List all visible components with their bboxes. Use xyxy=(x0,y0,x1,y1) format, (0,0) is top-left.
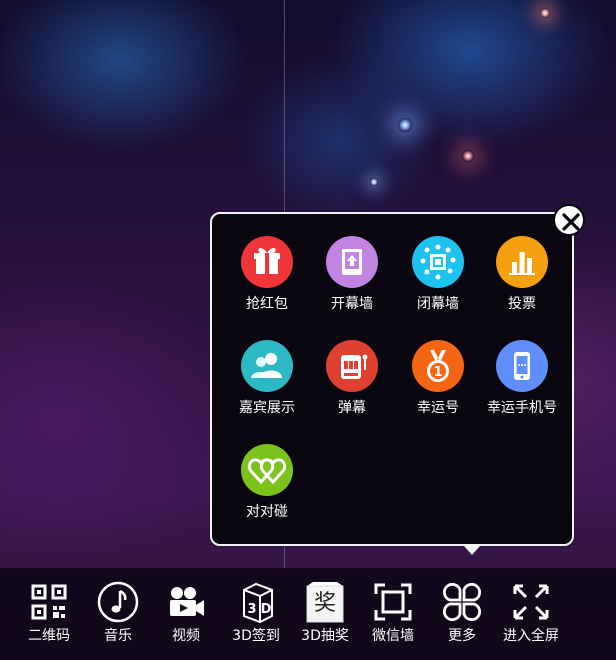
popup-item-match-pair[interactable]: 对对碰 xyxy=(219,444,315,534)
popup-item-label: 弹幕 xyxy=(338,400,366,416)
popup-item-label: 幸运号 xyxy=(417,400,459,416)
toolbar-item-3d-lottery[interactable]: 奖 3D抽奖 xyxy=(290,580,360,656)
toolbar-item-label: 视频 xyxy=(172,628,200,644)
phone-icon xyxy=(496,340,548,392)
popup-item-lucky-phone[interactable]: 幸运手机号 xyxy=(474,340,570,430)
guests-icon xyxy=(241,340,293,392)
background-sparkle xyxy=(370,178,378,186)
close-wall-icon xyxy=(412,236,464,288)
toolbar-item-label: 3D抽奖 xyxy=(301,628,349,644)
video-camera-icon xyxy=(164,580,208,624)
toolbar-item-label: 更多 xyxy=(448,628,476,644)
popup-item-label: 对对碰 xyxy=(246,504,288,520)
toolbar-item-3d-checkin[interactable]: 3D 3D签到 xyxy=(221,580,291,656)
toolbar-item-video[interactable]: 视频 xyxy=(151,580,221,656)
prize-icon: 奖 xyxy=(303,580,347,624)
fullscreen-icon xyxy=(509,580,553,624)
music-note-icon xyxy=(96,580,140,624)
vote-chart-icon xyxy=(496,236,548,288)
popup-pointer xyxy=(464,546,480,555)
toolbar-item-more[interactable]: 更多 xyxy=(427,580,497,656)
toolbar-item-qr-code[interactable]: 二维码 xyxy=(14,580,84,656)
popup-item-open-wall[interactable]: 开幕墙 xyxy=(304,236,400,326)
close-button[interactable] xyxy=(553,204,585,236)
popup-item-label: 投票 xyxy=(508,296,536,312)
medal-icon: 1 xyxy=(412,340,464,392)
svg-text:1: 1 xyxy=(433,365,442,380)
qr-code-icon xyxy=(27,580,71,624)
wall-frame-icon xyxy=(371,580,415,624)
background-sparkle xyxy=(462,150,474,162)
popup-item-red-envelope[interactable]: 抢红包 xyxy=(219,236,315,326)
toolbar-item-label: 进入全屏 xyxy=(503,628,559,644)
popup-item-danmaku[interactable]: 弹幕 xyxy=(304,340,400,430)
popup-item-lucky-number[interactable]: 1 幸运号 xyxy=(390,340,486,430)
popup-item-label: 闭幕墙 xyxy=(417,296,459,312)
popup-item-label: 幸运手机号 xyxy=(487,400,557,416)
popup-item-vote[interactable]: 投票 xyxy=(474,236,570,326)
3d-cube-icon: 3D xyxy=(234,580,278,624)
popup-item-label: 抢红包 xyxy=(246,296,288,312)
open-wall-icon xyxy=(326,236,378,288)
toolbar-item-label: 3D签到 xyxy=(232,628,280,644)
toolbar-item-label: 音乐 xyxy=(104,628,132,644)
toolbar-item-label: 二维码 xyxy=(28,628,70,644)
svg-text:3: 3 xyxy=(247,602,256,617)
bottom-toolbar: 二维码 音乐 视频 3D 3D签到 奖 3D抽奖 微信墙 更多 进入全屏 xyxy=(0,568,616,660)
popup-item-close-wall[interactable]: 闭幕墙 xyxy=(390,236,486,326)
popup-item-label: 嘉宾展示 xyxy=(239,400,295,416)
close-icon xyxy=(562,213,580,231)
background-sparkle xyxy=(540,8,550,18)
popup-item-label: 开幕墙 xyxy=(331,296,373,312)
gift-icon xyxy=(241,236,293,288)
slot-machine-icon xyxy=(326,340,378,392)
more-petals-icon xyxy=(440,580,484,624)
toolbar-item-wechat-wall[interactable]: 微信墙 xyxy=(358,580,428,656)
background-sparkle xyxy=(398,118,412,132)
popup-item-guests[interactable]: 嘉宾展示 xyxy=(219,340,315,430)
toolbar-item-fullscreen[interactable]: 进入全屏 xyxy=(496,580,566,656)
prize-icon-text: 奖 xyxy=(313,591,336,616)
hearts-icon xyxy=(241,444,293,496)
toolbar-item-music[interactable]: 音乐 xyxy=(83,580,153,656)
toolbar-item-label: 微信墙 xyxy=(372,628,414,644)
svg-text:D: D xyxy=(261,602,272,617)
more-features-popup: 抢红包 开幕墙 闭幕墙 投票 嘉宾展示 弹幕 1 幸运号 幸运手机号 对对碰 xyxy=(210,212,574,546)
